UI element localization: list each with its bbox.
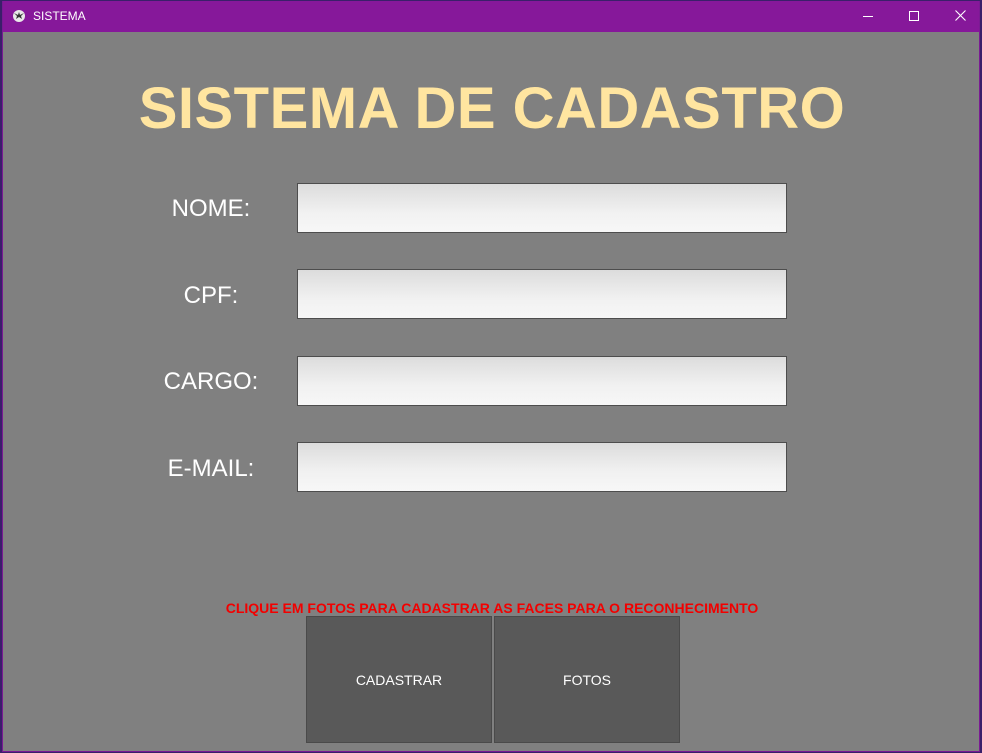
app-window: SISTEMA SISTEMA DE CADASTRO NOME: CPF: C… — [2, 1, 980, 752]
minimize-icon — [863, 8, 873, 26]
cpf-label: CPF: — [183, 282, 239, 309]
maximize-icon — [909, 8, 919, 26]
maximize-button[interactable] — [891, 1, 937, 32]
name-field[interactable] — [297, 183, 787, 233]
cargo-label: CARGO: — [163, 368, 259, 395]
minimize-button[interactable] — [845, 1, 891, 32]
page-title: SISTEMA DE CADASTRO — [138, 76, 846, 141]
window-title: SISTEMA — [33, 9, 86, 23]
title-bar[interactable]: SISTEMA — [3, 1, 979, 32]
cargo-field[interactable] — [297, 356, 787, 406]
cadastrar-button[interactable]: CADASTRAR — [306, 616, 492, 743]
cpf-field[interactable] — [297, 269, 787, 319]
app-icon — [13, 10, 25, 22]
email-field[interactable] — [297, 442, 787, 492]
close-icon — [954, 8, 966, 26]
close-button[interactable] — [937, 1, 982, 32]
name-label: NOME: — [171, 195, 251, 222]
email-label: E-MAIL: — [167, 455, 255, 482]
instruction-text: CLIQUE EM FOTOS PARA CADASTRAR AS FACES … — [225, 600, 759, 616]
fotos-button[interactable]: FOTOS — [494, 616, 680, 743]
